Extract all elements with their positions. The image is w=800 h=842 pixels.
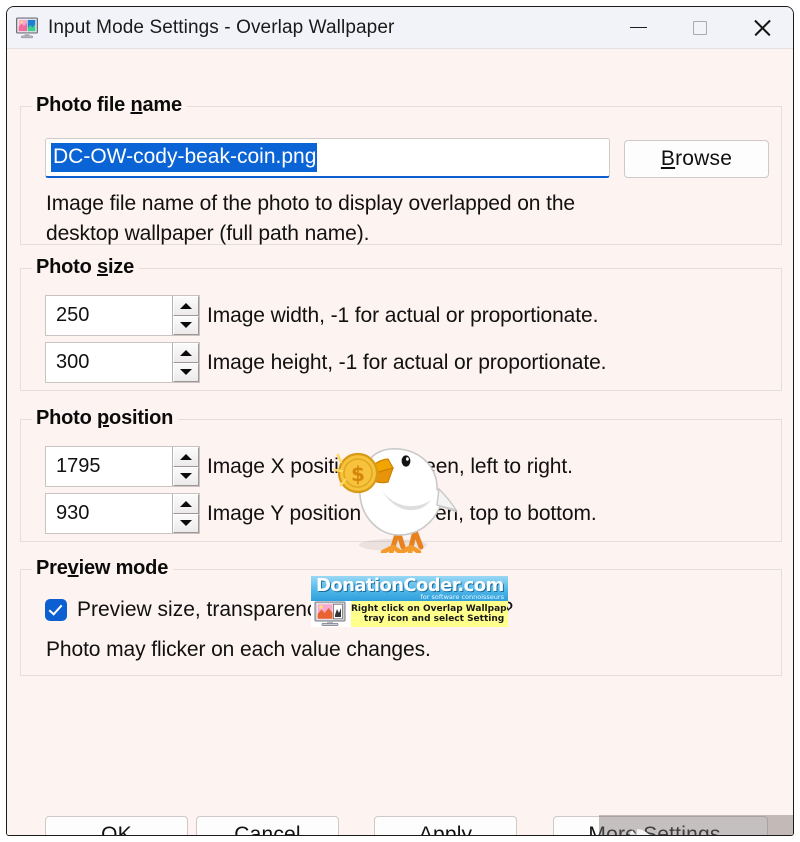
image-height-description: Image height, -1 for actual or proportio… bbox=[207, 351, 607, 374]
maximize-button[interactable] bbox=[669, 7, 731, 48]
triangle-up-icon bbox=[180, 500, 192, 507]
title-bar: Input Mode Settings - Overlap Wallpaper bbox=[7, 7, 793, 49]
image-x-position-stepper[interactable]: 1795 bbox=[45, 446, 200, 487]
accelerator-letter: n bbox=[130, 94, 143, 116]
triangle-down-icon bbox=[180, 322, 192, 329]
accelerator-letter: A bbox=[418, 822, 433, 836]
spin-up-button[interactable] bbox=[173, 494, 199, 514]
lo4d-name: LO4D bbox=[660, 830, 737, 835]
image-width-stepper[interactable]: 250 bbox=[45, 295, 200, 336]
image-width-spin-buttons bbox=[172, 296, 199, 335]
circular-arrows-icon bbox=[629, 829, 650, 835]
browse-button[interactable]: Browse bbox=[624, 140, 769, 178]
image-height-spin-buttons bbox=[172, 343, 199, 382]
spin-down-button[interactable] bbox=[173, 513, 199, 533]
donationcoder-tip-text: Right click on Overlap Wallpaper tray ic… bbox=[351, 601, 508, 627]
triangle-down-icon bbox=[180, 369, 192, 376]
spin-down-button[interactable] bbox=[173, 362, 199, 382]
spin-up-button[interactable] bbox=[173, 343, 199, 363]
image-height-value[interactable]: 300 bbox=[46, 343, 172, 382]
photo-file-name-description: Image file name of the photo to display … bbox=[46, 192, 575, 245]
accelerator-letter: v bbox=[67, 557, 79, 579]
image-y-position-value[interactable]: 930 bbox=[46, 494, 172, 533]
accelerator-letter: C bbox=[234, 822, 250, 836]
image-y-position-stepper[interactable]: 930 bbox=[45, 493, 200, 534]
lo4d-watermark: LO4D.com bbox=[599, 815, 793, 835]
triangle-down-icon bbox=[180, 473, 192, 480]
donationcoder-tagline: for software connoisseurs bbox=[420, 593, 504, 601]
accelerator-letter: O bbox=[101, 822, 118, 836]
dialog-body: Photo file name DC-OW-cody-beak-coin.png… bbox=[7, 49, 793, 836]
image-x-spin-buttons bbox=[172, 447, 199, 486]
photo-file-name-group-label: Photo file name bbox=[32, 94, 187, 117]
ok-button[interactable]: OK bbox=[45, 816, 188, 836]
tray-monitor-icon bbox=[311, 601, 351, 627]
image-y-spin-buttons bbox=[172, 494, 199, 533]
lo4d-watermark-text: LO4D.com bbox=[660, 830, 776, 835]
minimize-icon bbox=[629, 26, 647, 29]
image-y-position-description: Image Y position on screen, top to botto… bbox=[207, 502, 597, 525]
donationcoder-banner: DonationCoder.com for software connoisse… bbox=[311, 576, 508, 627]
triangle-up-icon bbox=[180, 349, 192, 356]
donationcoder-banner-body: Right click on Overlap Wallpaper tray ic… bbox=[311, 601, 508, 627]
tip-line-1: Right click on Overlap Wallpaper bbox=[351, 604, 508, 614]
photo-file-name-value: DC-OW-cody-beak-coin.png bbox=[51, 143, 318, 172]
settings-dialog-window: Input Mode Settings - Overlap Wallpaper … bbox=[6, 6, 794, 836]
donationcoder-banner-header: DonationCoder.com for software connoisse… bbox=[311, 576, 508, 601]
triangle-up-icon bbox=[180, 302, 192, 309]
spin-down-button[interactable] bbox=[173, 315, 199, 335]
monitor-photo-icon bbox=[15, 16, 39, 40]
image-x-position-description: Image X position on screen, left to righ… bbox=[207, 455, 573, 478]
accelerator-letter: p bbox=[97, 407, 110, 429]
preview-mode-checkbox[interactable] bbox=[45, 599, 67, 621]
image-height-stepper[interactable]: 300 bbox=[45, 342, 200, 383]
close-icon bbox=[753, 19, 771, 37]
image-width-value[interactable]: 250 bbox=[46, 296, 172, 335]
close-button[interactable] bbox=[731, 7, 793, 48]
apply-button[interactable]: Apply bbox=[374, 816, 517, 836]
spin-up-button[interactable] bbox=[173, 296, 199, 316]
cancel-button[interactable]: Cancel bbox=[196, 816, 339, 836]
maximize-icon bbox=[693, 20, 707, 35]
spin-down-button[interactable] bbox=[173, 466, 199, 486]
triangle-up-icon bbox=[180, 453, 192, 460]
preview-mode-group-label: Preview mode bbox=[32, 557, 174, 580]
spin-up-button[interactable] bbox=[173, 447, 199, 467]
triangle-down-icon bbox=[180, 520, 192, 527]
image-x-position-value[interactable]: 1795 bbox=[46, 447, 172, 486]
window-title: Input Mode Settings - Overlap Wallpaper bbox=[48, 16, 395, 38]
photo-position-group-label: Photo position bbox=[32, 407, 179, 430]
image-width-description: Image width, -1 for actual or proportion… bbox=[207, 304, 599, 327]
minimize-button[interactable] bbox=[607, 7, 669, 48]
photo-size-group-label: Photo size bbox=[32, 256, 140, 279]
window-controls bbox=[607, 7, 793, 48]
tip-line-2: tray icon and select Setting bbox=[363, 614, 505, 624]
preview-mode-note: Photo may flicker on each value changes. bbox=[46, 638, 431, 661]
accelerator-letter: s bbox=[97, 256, 108, 278]
photo-file-name-input[interactable]: DC-OW-cody-beak-coin.png bbox=[45, 138, 610, 178]
accelerator-letter: B bbox=[660, 147, 676, 170]
